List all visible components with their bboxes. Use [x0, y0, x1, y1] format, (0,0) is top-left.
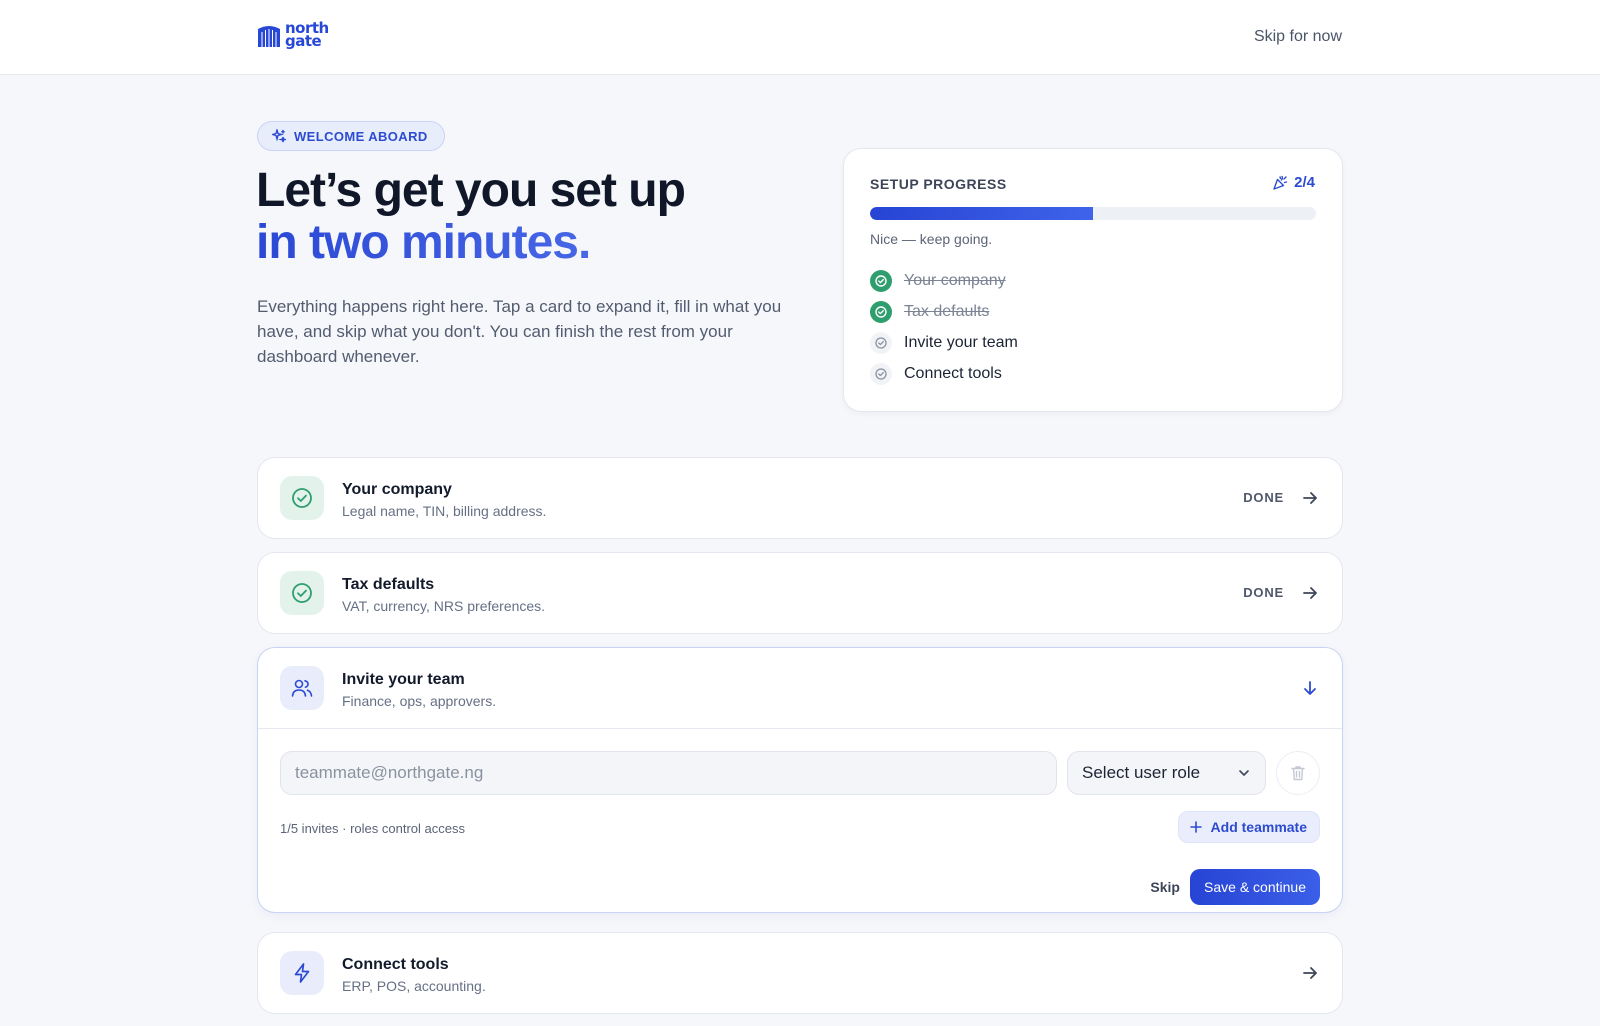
step-description: Finance, ops, approvers. [342, 693, 497, 709]
step-card-connect-tools[interactable]: Connect tools ERP, POS, accounting. [257, 932, 1343, 1014]
sparkle-icon [272, 129, 286, 143]
step-header[interactable]: Invite your team Finance, ops, approvers… [258, 648, 1342, 728]
arrow-right-icon[interactable] [1300, 963, 1320, 983]
checklist-item-label: Invite your team [904, 333, 1018, 351]
page-title-line-1: Let’s get you set up [256, 164, 686, 217]
step-header[interactable]: Your company Legal name, TIN, billing ad… [258, 458, 1342, 538]
step-status-badge: DONE [1243, 585, 1284, 600]
page-title: Let’s get you set up in two minutes. [256, 165, 816, 269]
user-role-selected: Select user role [1082, 763, 1201, 782]
checklist-item-your-company: Your company [870, 265, 1018, 296]
checklist-item-tax-defaults: Tax defaults [870, 296, 1018, 327]
save-continue-button[interactable]: Save & continue [1190, 869, 1320, 905]
step-icon [280, 476, 324, 520]
lightning-icon [294, 963, 310, 983]
skip-for-now-link[interactable]: Skip for now [1254, 28, 1342, 46]
checklist-item-label: Connect tools [904, 364, 1002, 382]
step-description: ERP, POS, accounting. [342, 978, 486, 994]
checklist-item-invite-team: Invite your team [870, 327, 1018, 358]
checklist-item-label: Your company [904, 271, 1006, 289]
step-description: Legal name, TIN, billing address. [342, 503, 547, 519]
add-teammate-label: Add teammate [1210, 819, 1307, 835]
welcome-badge: WELCOME ABOARD [257, 121, 445, 151]
step-header[interactable]: Tax defaults VAT, currency, NRS preferen… [258, 553, 1342, 633]
arrow-down-icon[interactable] [1300, 678, 1320, 698]
page-title-line-2: in two minutes. [256, 217, 816, 269]
step-description: VAT, currency, NRS preferences. [342, 598, 546, 614]
top-bar: north gate Skip for now [0, 0, 1600, 75]
step-card-tax-defaults[interactable]: Tax defaults VAT, currency, NRS preferen… [257, 552, 1343, 634]
invite-count-note: 1/5 invites · roles control access [280, 821, 465, 836]
add-teammate-button[interactable]: Add teammate [1177, 811, 1320, 843]
northgate-logo-icon [258, 26, 280, 47]
setup-progress-bar [870, 207, 1316, 220]
plus-icon [1189, 821, 1202, 833]
arrow-right-icon[interactable] [1300, 488, 1320, 508]
setup-checklist: Your company Tax defaults Invite your te… [870, 265, 1018, 389]
pending-check-icon [870, 331, 892, 354]
welcome-badge-label: WELCOME ABOARD [294, 128, 428, 144]
arrow-right-icon[interactable] [1300, 583, 1320, 603]
step-title: Connect tools [342, 956, 449, 973]
party-popper-icon [1273, 175, 1288, 190]
setup-progress-count: 2/4 [1272, 174, 1315, 191]
check-circle-icon [870, 300, 892, 323]
user-role-select[interactable]: Select user role [1067, 751, 1266, 795]
remove-invite-button[interactable] [1276, 751, 1320, 795]
skip-step-button[interactable]: Skip [1150, 879, 1180, 895]
chevron-down-icon [1239, 770, 1249, 776]
step-status-badge: DONE [1243, 490, 1284, 505]
step-icon [280, 951, 324, 995]
step-title: Your company [342, 481, 452, 498]
setup-progress-card: SETUP PROGRESS 2/4 Nice — keep going. Yo… [843, 148, 1343, 412]
page-subtitle: Everything happens right here. Tap a car… [257, 297, 782, 366]
checklist-item-label: Tax defaults [904, 302, 990, 320]
step-header[interactable]: Connect tools ERP, POS, accounting. [258, 933, 1342, 1013]
teammate-email-input[interactable] [280, 751, 1057, 795]
step-title: Tax defaults [342, 576, 435, 593]
invite-form: Select user role 1/5 invites · roles con… [258, 728, 1342, 912]
step-card-your-company[interactable]: Your company Legal name, TIN, billing ad… [257, 457, 1343, 539]
setup-progress-hint: Nice — keep going. [870, 231, 993, 247]
trash-icon [1291, 766, 1305, 781]
pending-check-icon [870, 362, 892, 385]
setup-progress-count-value: 2/4 [1294, 174, 1315, 191]
check-circle-icon [870, 269, 892, 292]
check-circle-icon [292, 488, 312, 508]
logo-text: north gate [285, 21, 329, 49]
check-circle-icon [292, 583, 312, 603]
step-icon [280, 571, 324, 615]
users-icon [291, 679, 313, 697]
logo[interactable]: north gate [257, 21, 329, 49]
step-card-invite-team[interactable]: Invite your team Finance, ops, approvers… [257, 647, 1343, 913]
checklist-item-connect-tools: Connect tools [870, 358, 1018, 389]
setup-progress-bar-fill [870, 207, 1093, 220]
step-icon [280, 666, 324, 710]
setup-progress-label: SETUP PROGRESS [870, 176, 1007, 192]
step-title: Invite your team [342, 671, 465, 688]
